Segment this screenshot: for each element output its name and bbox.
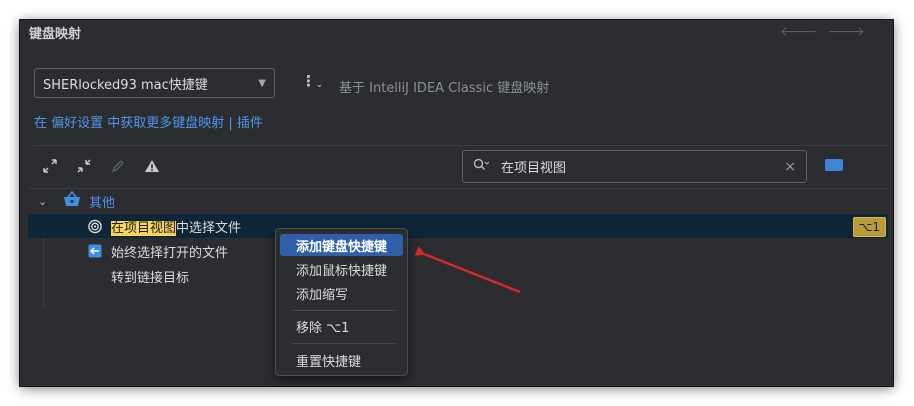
link-separator: | (224, 116, 237, 131)
clear-search-icon[interactable]: × (784, 159, 796, 175)
action-label: 始终选择打开的文件 (111, 245, 229, 261)
basket-icon (63, 190, 81, 211)
chevron-down-icon[interactable]: ⌄ (38, 195, 47, 208)
panel-title: 键盘映射 (29, 27, 82, 42)
chevron-down-icon: ▼ (258, 77, 266, 89)
target-icon (88, 219, 102, 233)
dropdown-small-chevron-icon: ⌄ (316, 80, 323, 89)
search-match-highlight: 在项目视图 (111, 220, 177, 236)
menu-separator (292, 310, 395, 311)
get-more-keymaps-links: 在 偏好设置 中获取更多键盘映射 | 插件 (34, 112, 263, 131)
search-icon (473, 158, 490, 175)
search-input[interactable] (499, 158, 785, 175)
tree-row-select-in-project-view[interactable]: 在项目视图中选择文件 ⌥1 (28, 214, 888, 238)
keymap-panel: 键盘映射 🡐🡒 SHERlocked93 mac快捷键 ▼ ⋮⌄ 基于 Inte… (20, 20, 893, 386)
tree-toolbar (40, 156, 162, 176)
context-menu: 添加键盘快捷键 添加鼠标快捷键 添加缩写 移除 ⌥1 重置快捷键 (275, 228, 408, 376)
collapse-all-icon[interactable] (74, 156, 94, 176)
divider (34, 145, 888, 146)
menu-item-add-keyboard-shortcut[interactable]: 添加键盘快捷键 (280, 234, 403, 256)
nav-arrows: 🡐🡒 (780, 23, 875, 40)
tree-row-always-select-opened-file[interactable]: 始终选择打开的文件 (28, 239, 888, 263)
search-field[interactable]: × (462, 150, 807, 183)
preferences-link[interactable]: 在 偏好设置 中获取更多键盘映射 (34, 116, 224, 131)
based-on-text: 基于 IntelliJ IDEA Classic 键盘映射 (339, 81, 550, 96)
plugins-link[interactable]: 插件 (237, 116, 263, 131)
menu-separator (292, 343, 395, 344)
keymap-selected-value: SHERlocked93 mac快捷键 (43, 77, 208, 93)
tree-row-goto-link-target[interactable]: 转到链接目标 (28, 264, 888, 288)
menu-item-add-abbreviation[interactable]: 添加缩写 (280, 282, 403, 304)
more-options-button[interactable]: ⋮⌄ (301, 74, 323, 89)
keymap-dropdown[interactable]: SHERlocked93 mac快捷键 ▼ (34, 68, 275, 98)
menu-item-reset-shortcuts[interactable]: 重置快捷键 (280, 349, 403, 371)
find-by-shortcut-keyboard-icon[interactable] (825, 159, 843, 171)
expand-all-icon[interactable] (40, 156, 60, 176)
menu-item-add-mouse-shortcut[interactable]: 添加鼠标快捷键 (280, 258, 403, 280)
forward-arrow-icon[interactable]: 🡒 (827, 24, 875, 40)
action-label-rest: 中选择文件 (176, 220, 242, 236)
warning-icon[interactable] (142, 156, 162, 176)
action-label: 转到链接目标 (111, 270, 190, 286)
action-label: 在项目视图中选择文件 (111, 217, 241, 236)
edit-icon[interactable] (108, 156, 128, 176)
category-label: 其他 (89, 195, 116, 211)
back-arrow-icon[interactable]: 🡐 (780, 24, 828, 40)
shortcut-badge: ⌥1 (852, 217, 886, 237)
kebab-menu-icon: ⋮ (301, 72, 316, 90)
autoscroll-from-source-icon (88, 244, 102, 258)
tree-category-row[interactable]: ⌄ 其他 (28, 189, 888, 213)
menu-item-remove-shortcut[interactable]: 移除 ⌥1 (280, 315, 403, 337)
actions-tree: ⌄ 其他 在项目视图中选择文件 ⌥1 始终选择打开的文件 转到链接目标 (28, 188, 888, 386)
